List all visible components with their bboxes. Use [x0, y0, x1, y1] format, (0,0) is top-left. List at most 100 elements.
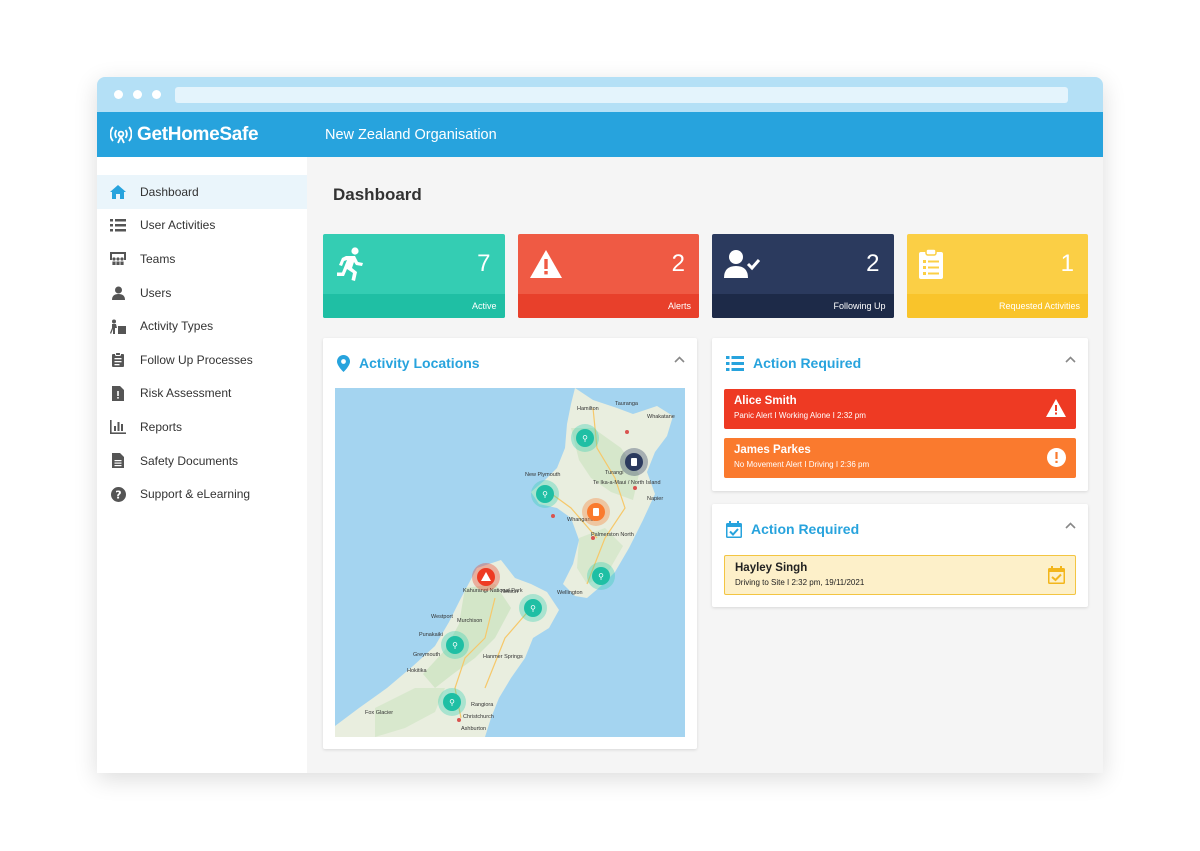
brand-logo[interactable]: GetHomeSafe [97, 124, 307, 146]
svg-text:?: ? [115, 488, 121, 501]
map-label: Te Ika-a-Maui / North Island [593, 480, 661, 486]
card-title: Action Required [751, 521, 860, 537]
stat-value: 7 [477, 250, 491, 277]
map-label: Christchurch [463, 714, 494, 720]
action-required-requested-card: Action Required Hayley Singh Driving to … [712, 504, 1088, 607]
sidebar-item-follow-up-processes[interactable]: Follow Up Processes [97, 343, 307, 377]
map-label: Westport [431, 614, 453, 620]
svg-text:⚲: ⚲ [530, 604, 536, 613]
user-check-icon [724, 250, 760, 278]
map-label: Hanmer Springs [483, 654, 523, 660]
sidebar-item-user-activities[interactable]: User Activities [97, 209, 307, 243]
svg-text:⚲: ⚲ [598, 572, 604, 581]
browser-window: GetHomeSafe New Zealand Organisation Das… [97, 77, 1103, 773]
requested-item[interactable]: Hayley Singh Driving to Site I 2:32 pm, … [724, 555, 1076, 595]
chevron-up-icon[interactable] [1065, 522, 1076, 529]
sidebar-item-label: Risk Assessment [140, 386, 232, 401]
top-bar: GetHomeSafe New Zealand Organisation [97, 112, 1103, 157]
bar-chart-icon [110, 419, 126, 435]
home-icon [110, 184, 126, 200]
card-title: Action Required [753, 355, 862, 371]
action-required-alerts-card: Action Required Alice Smith Panic Alert … [712, 338, 1088, 491]
calendar-check-icon [1048, 566, 1065, 584]
map-label: Punakaiki [419, 632, 443, 638]
map-label: Palmerston North [591, 532, 634, 538]
sidebar-item-label: Users [140, 285, 172, 300]
sidebar-item-label: Teams [140, 251, 176, 266]
alert-item[interactable]: James Parkes No Movement Alert I Driving… [724, 438, 1076, 478]
page-title: Dashboard [333, 185, 422, 204]
stat-card-alerts[interactable]: 2 Alerts [517, 234, 699, 318]
signal-logo-icon [110, 125, 132, 143]
svg-text:⚲: ⚲ [452, 641, 458, 650]
window-dot [114, 90, 123, 99]
sidebar-item-safety-documents[interactable]: Safety Documents [97, 444, 307, 478]
exclamation-circle-icon [1047, 448, 1066, 467]
clipboard-list-icon [918, 249, 943, 279]
map-label: Wellington [557, 590, 583, 596]
map-marker-no-movement[interactable] [582, 498, 610, 526]
sidebar: Dashboard User Activities Teams Users Ac… [97, 157, 307, 773]
stat-label: Requested Activities [906, 294, 1088, 318]
activity-locations-card: Activity Locations Hamilton Tauranga Wha… [323, 338, 697, 749]
map-marker-following-up[interactable] [620, 448, 648, 476]
alert-item[interactable]: Alice Smith Panic Alert I Working Alone … [724, 389, 1076, 429]
main-content: Dashboard 7 Active 2 Alerts 2 Following … [307, 157, 1103, 773]
activity-types-icon [110, 318, 126, 334]
window-dot [133, 90, 142, 99]
list-icon [726, 355, 744, 371]
stats-row: 7 Active 2 Alerts 2 Following Up 1 Reque… [323, 234, 1088, 318]
sidebar-item-activity-types[interactable]: Activity Types [97, 309, 307, 343]
browser-chrome [97, 77, 1103, 112]
map-label: Hokitika [407, 668, 428, 674]
map-marker-active[interactable]: ⚲ [438, 688, 466, 716]
alert-name: Alice Smith [734, 395, 797, 407]
map-label: Rangiora [471, 702, 494, 708]
alert-detail: No Movement Alert I Driving I 2:36 pm [734, 460, 870, 469]
stat-card-active[interactable]: 7 Active [323, 234, 505, 318]
warning-icon [529, 250, 562, 278]
map-label: Whakatane [647, 414, 675, 420]
alert-name: James Parkes [734, 444, 811, 456]
stat-card-requested-activities[interactable]: 1 Requested Activities [906, 234, 1088, 318]
map-marker-active[interactable]: ⚲ [531, 480, 559, 508]
risk-document-icon [110, 385, 126, 401]
map-marker-panic-alert[interactable] [472, 563, 500, 591]
address-bar[interactable] [175, 87, 1068, 103]
activity-map[interactable]: Hamilton Tauranga Whakatane New Plymouth… [335, 388, 685, 737]
map-label: Murchison [457, 618, 482, 624]
teams-icon [110, 251, 126, 267]
clipboard-icon [110, 352, 126, 368]
map-label: Napier [647, 496, 663, 502]
alert-detail: Panic Alert I Working Alone I 2:32 pm [734, 411, 866, 420]
stat-card-following-up[interactable]: 2 Following Up [712, 234, 894, 318]
chevron-up-icon[interactable] [1065, 356, 1076, 363]
map-marker-active[interactable]: ⚲ [441, 631, 469, 659]
sidebar-item-support-elearning[interactable]: ? Support & eLearning [97, 477, 307, 511]
stat-label: Active [323, 294, 505, 318]
warning-icon [1046, 399, 1066, 417]
question-icon: ? [110, 486, 126, 502]
sidebar-item-label: Activity Types [140, 319, 214, 334]
window-dot [152, 90, 161, 99]
svg-text:⚲: ⚲ [542, 490, 548, 499]
map-marker-active[interactable]: ⚲ [587, 562, 615, 590]
sidebar-item-users[interactable]: Users [97, 276, 307, 310]
chevron-up-icon[interactable] [674, 356, 685, 363]
sidebar-item-label: Support & eLearning [140, 487, 251, 502]
sidebar-item-dashboard[interactable]: Dashboard [97, 175, 307, 209]
svg-text:⚲: ⚲ [582, 434, 588, 443]
sidebar-item-label: Follow Up Processes [140, 352, 253, 367]
document-icon [110, 453, 126, 469]
sidebar-item-risk-assessment[interactable]: Risk Assessment [97, 377, 307, 411]
map-label: Tauranga [615, 401, 639, 407]
map-marker-active[interactable]: ⚲ [519, 594, 547, 622]
sidebar-item-teams[interactable]: Teams [97, 242, 307, 276]
map-label: Ashburton [461, 726, 486, 732]
sidebar-item-reports[interactable]: Reports [97, 410, 307, 444]
stat-value: 2 [671, 250, 685, 277]
map-label: Fox Glacier [365, 710, 393, 716]
sidebar-item-label: User Activities [140, 218, 216, 233]
brand-name: GetHomeSafe [137, 123, 259, 145]
map-marker-active[interactable]: ⚲ [571, 424, 599, 452]
